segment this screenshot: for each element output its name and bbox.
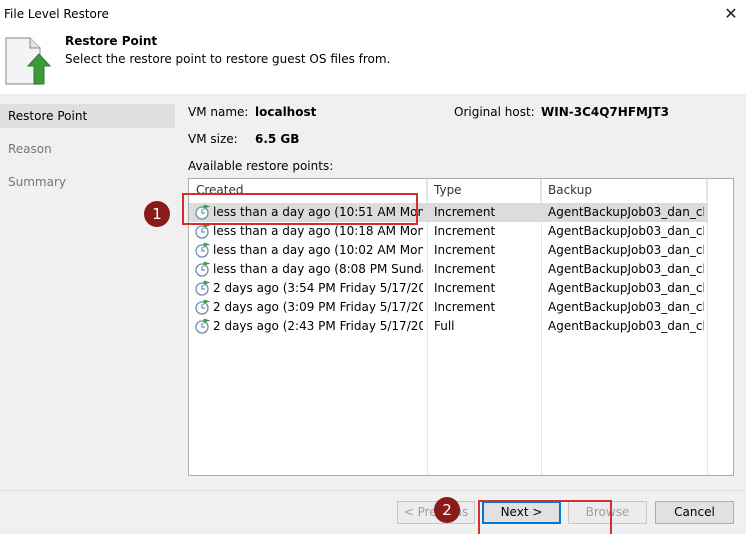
- restore-point-icon: [195, 261, 211, 277]
- restore-point-icon: [195, 318, 211, 334]
- cancel-button[interactable]: Cancel: [655, 501, 734, 524]
- created-cell: less than a day ago (8:08 PM Sunday 5...: [213, 262, 423, 276]
- annotation-highlight-next: [478, 500, 612, 534]
- type-cell: Full: [434, 319, 455, 333]
- backup-cell: AgentBackupJob03_dan_cl...: [548, 224, 704, 238]
- annotation-badge-1: 1: [144, 201, 170, 227]
- wizard-steps: Restore Point Reason Summary: [0, 94, 175, 490]
- close-icon[interactable]: ✕: [718, 2, 744, 26]
- type-cell: Increment: [434, 262, 496, 276]
- created-cell: less than a day ago (10:02 AM Monda...: [213, 243, 423, 257]
- table-row[interactable]: 2 days ago (3:54 PM Friday 5/17/2024) In…: [189, 279, 708, 298]
- created-cell: 2 days ago (3:54 PM Friday 5/17/2024): [213, 281, 423, 295]
- type-cell: Increment: [434, 300, 496, 314]
- vm-name-label: VM name:: [188, 105, 249, 119]
- restore-points-label: Available restore points:: [188, 159, 334, 173]
- type-cell: Increment: [434, 205, 496, 219]
- vm-size-value: 6.5 GB: [255, 132, 300, 146]
- original-host-label: Original host:: [454, 105, 535, 119]
- step-reason[interactable]: Reason: [0, 137, 175, 161]
- backup-cell: AgentBackupJob03_dan_cl...: [548, 262, 704, 276]
- annotation-badge-2: 2: [434, 497, 460, 523]
- file-restore-icon: [5, 37, 52, 85]
- wizard-header: Restore Point Select the restore point t…: [0, 28, 746, 94]
- step-restore-point[interactable]: Restore Point: [0, 104, 175, 128]
- window-title: File Level Restore: [4, 7, 109, 21]
- backup-cell: AgentBackupJob03_dan_cl...: [548, 243, 704, 257]
- type-cell: Increment: [434, 224, 496, 238]
- original-host-value: WIN-3C4Q7HFMJT3: [541, 105, 669, 119]
- backup-cell: AgentBackupJob03_dan_cl...: [548, 205, 704, 219]
- backup-cell: AgentBackupJob03_dan_cl...: [548, 300, 704, 314]
- step-summary[interactable]: Summary: [0, 170, 175, 194]
- column-header-type[interactable]: Type: [427, 179, 541, 201]
- type-cell: Increment: [434, 243, 496, 257]
- annotation-highlight-row: [182, 193, 418, 225]
- table-row[interactable]: less than a day ago (10:02 AM Monda... I…: [189, 241, 708, 260]
- vm-name-value: localhost: [255, 105, 317, 119]
- page-title: Restore Point: [65, 34, 158, 48]
- restore-point-icon: [195, 299, 211, 315]
- restore-point-icon: [195, 242, 211, 258]
- restore-point-icon: [195, 223, 211, 239]
- type-cell: Increment: [434, 281, 496, 295]
- column-header-backup[interactable]: Backup: [541, 179, 707, 201]
- restore-point-icon: [195, 280, 211, 296]
- page-subtitle: Select the restore point to restore gues…: [65, 52, 391, 66]
- table-row[interactable]: 2 days ago (2:43 PM Friday 5/17/2024) Fu…: [189, 317, 708, 336]
- table-row[interactable]: less than a day ago (8:08 PM Sunday 5...…: [189, 260, 708, 279]
- title-bar: File Level Restore ✕: [0, 0, 746, 28]
- created-cell: 2 days ago (2:43 PM Friday 5/17/2024): [213, 319, 423, 333]
- backup-cell: AgentBackupJob03_dan_cl...: [548, 281, 704, 295]
- backup-cell: AgentBackupJob03_dan_cl...: [548, 319, 704, 333]
- created-cell: 2 days ago (3:09 PM Friday 5/17/2024): [213, 300, 423, 314]
- table-row[interactable]: 2 days ago (3:09 PM Friday 5/17/2024) In…: [189, 298, 708, 317]
- vm-size-label: VM size:: [188, 132, 238, 146]
- main-panel: VM name: localhost Original host: WIN-3C…: [175, 94, 746, 490]
- wizard-footer: < Previous Next > Browse Cancel: [0, 490, 746, 534]
